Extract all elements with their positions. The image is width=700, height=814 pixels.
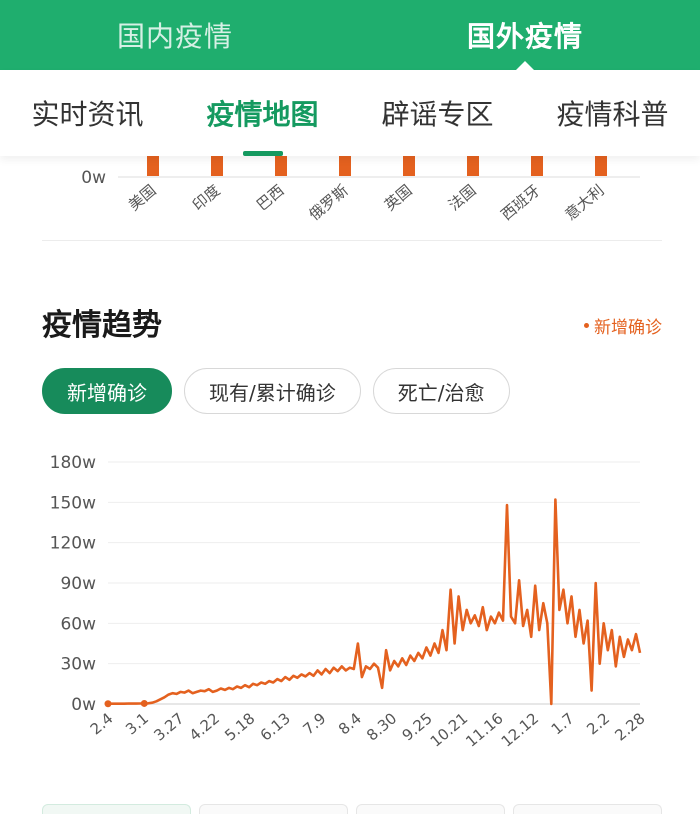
- bottom-card[interactable]: [42, 804, 191, 814]
- y-tick-label: 150w: [50, 493, 96, 513]
- country-bar-chart: 0w 美国 印度 巴西 俄罗斯 英国 法国 西班牙 意大利: [81, 150, 640, 224]
- country-label: 俄罗斯: [306, 181, 352, 224]
- x-tick-label: 12.12: [498, 709, 542, 750]
- country-label: 英国: [381, 181, 416, 214]
- country-label: 西班牙: [498, 181, 544, 224]
- series-line-new-confirmed: [108, 498, 642, 706]
- tab-domestic[interactable]: 国内疫情: [0, 0, 350, 70]
- y-tick-label: 120w: [50, 534, 96, 554]
- bottom-card[interactable]: [356, 804, 505, 814]
- trend-title: 疫情趋势: [42, 308, 162, 343]
- y-tick-label: 90w: [60, 574, 96, 594]
- x-tick-label: 2.2: [583, 709, 613, 738]
- y-tick-label: 30w: [60, 655, 96, 675]
- x-tick-label: 5.18: [221, 709, 258, 744]
- legend-label: 新增确诊: [594, 318, 662, 338]
- x-tick-label: 3.1: [122, 709, 152, 738]
- chip-death-recovered[interactable]: 死亡/治愈: [372, 368, 510, 414]
- y-tick-label: 0w: [71, 695, 96, 715]
- bottom-card[interactable]: [513, 804, 662, 814]
- trend-line-chart: 0w30w60w90w120w150w180w 2.4 3.13.274.225.…: [50, 453, 649, 751]
- bar-chart-y-label: 0w: [81, 168, 106, 188]
- tab-rumor-debunk[interactable]: 辟谣专区: [350, 70, 525, 156]
- tab-overseas[interactable]: 国外疫情: [350, 0, 700, 70]
- region-tabs: 国内疫情 国外疫情: [0, 0, 700, 70]
- legend-dot-icon: [584, 323, 589, 328]
- x-tick-label: 3.27: [150, 709, 187, 744]
- country-label: 法国: [445, 181, 480, 214]
- tab-realtime-news[interactable]: 实时资讯: [0, 70, 175, 156]
- chip-current-cumulative[interactable]: 现有/累计确诊: [184, 368, 361, 414]
- section-divider: [42, 240, 662, 241]
- series-point-marker: [104, 700, 112, 708]
- country-label: 意大利: [562, 181, 608, 224]
- bottom-card[interactable]: [199, 804, 348, 814]
- x-tick-label: 4.22: [186, 709, 223, 744]
- x-tick-label: 7.9: [300, 709, 330, 738]
- x-tick-label: 10.21: [427, 709, 471, 750]
- y-tick-label: 60w: [60, 614, 96, 634]
- x-tick-label: 2.28: [611, 709, 648, 744]
- x-tick-label: 8.4: [335, 709, 365, 738]
- x-tick-label: 11.16: [462, 709, 506, 750]
- x-tick-label: 1.7: [548, 709, 578, 738]
- x-tick-label: 8.30: [363, 709, 400, 744]
- tab-science[interactable]: 疫情科普: [525, 70, 700, 156]
- chip-new-confirmed[interactable]: 新增确诊: [42, 368, 172, 414]
- content-tabs: 实时资讯 疫情地图 辟谣专区 疫情科普: [0, 70, 700, 156]
- country-label: 印度: [189, 181, 224, 214]
- y-tick-label: 180w: [50, 453, 96, 473]
- tab-epidemic-map[interactable]: 疫情地图: [175, 70, 350, 156]
- country-label: 巴西: [253, 181, 288, 214]
- country-label: 美国: [125, 181, 160, 214]
- bottom-cards: [42, 804, 662, 814]
- series-point-marker: [140, 699, 148, 707]
- metric-chips: 新增确诊 现有/累计确诊 死亡/治愈: [42, 368, 510, 414]
- trend-legend: 新增确诊: [584, 313, 662, 338]
- x-tick-label: 6.13: [257, 709, 294, 744]
